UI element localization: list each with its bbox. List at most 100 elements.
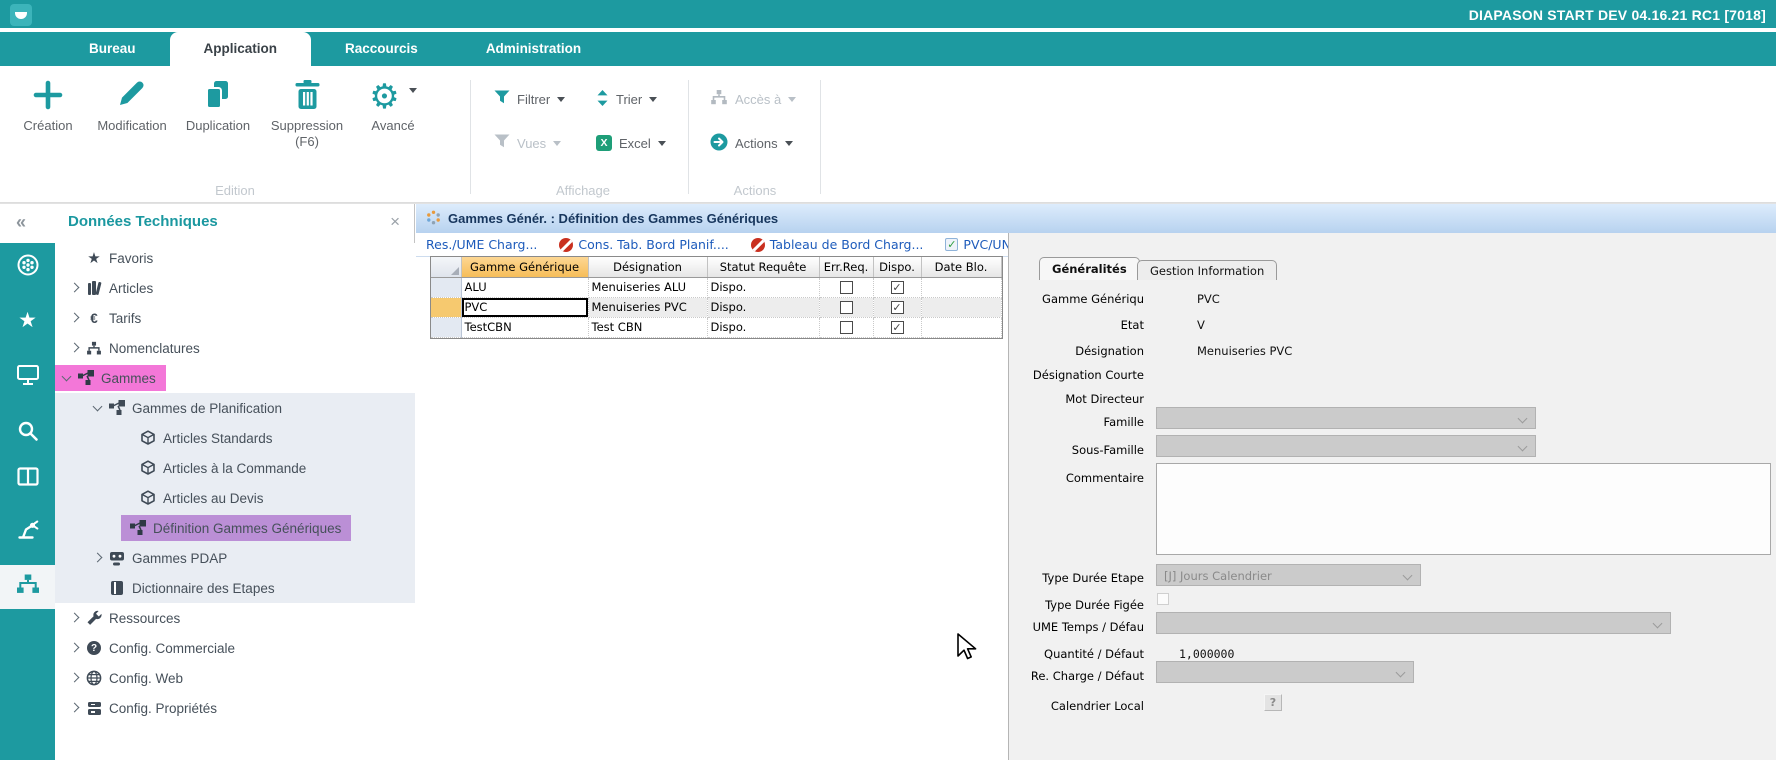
tab-gestion-information[interactable]: Gestion Information	[1137, 260, 1277, 280]
tree-item-tarifs[interactable]: € Tarifs	[55, 303, 415, 333]
re-charge-select[interactable]	[1156, 661, 1414, 683]
cell-designation[interactable]: Test CBN	[588, 317, 707, 337]
group-separator	[688, 80, 689, 194]
sort-icon	[596, 90, 609, 109]
checkbox[interactable]	[840, 281, 853, 294]
duplication-button[interactable]: Duplication	[178, 76, 258, 134]
rail-favorites-button[interactable]: ★	[0, 298, 55, 342]
doc-tab-tableau-de-bord[interactable]: Tableau de Bord Charg...	[751, 237, 924, 252]
row-gutter[interactable]	[431, 297, 461, 317]
row-gutter[interactable]	[431, 317, 461, 337]
document-header: Gammes Génér. : Définition des Gammes Gé…	[416, 204, 1776, 233]
tab-raccourcis[interactable]: Raccourcis	[311, 32, 452, 66]
checkbox[interactable]: ✓	[891, 321, 904, 334]
trier-button[interactable]: Trier	[596, 88, 657, 110]
cell-statut[interactable]: Dispo.	[707, 297, 819, 317]
doc-tab-cons-tab-bord[interactable]: Cons. Tab. Bord Planif....	[559, 237, 728, 252]
table-row-selected[interactable]: PVC Menuiseries PVC Dispo. ✓	[431, 297, 1001, 317]
cell-gamme[interactable]: ALU	[461, 277, 588, 297]
vues-button[interactable]: Vues	[494, 132, 561, 154]
chevron-right-icon	[69, 612, 79, 622]
cell-dispo[interactable]: ✓	[873, 317, 921, 337]
checkbox[interactable]: ✓	[891, 301, 904, 314]
column-header-gamme-generique[interactable]: Gamme Générique	[461, 257, 588, 277]
table-row[interactable]: ALU Menuiseries ALU Dispo. ✓	[431, 277, 1001, 297]
tree-item-gammes-de-planification[interactable]: Gammes de Planification	[55, 393, 415, 423]
doc-tab-res-ume[interactable]: Res./UME Charg...	[426, 237, 537, 252]
chevron-down-icon	[557, 97, 565, 102]
collapse-icon[interactable]: «	[16, 212, 26, 233]
checkbox[interactable]	[840, 301, 853, 314]
tab-bureau[interactable]: Bureau	[55, 32, 170, 66]
row-gutter[interactable]	[431, 277, 461, 297]
tree-item-articles-au-devis[interactable]: Articles au Devis	[55, 483, 415, 513]
cell-err-req[interactable]	[819, 297, 873, 317]
rail-search-button[interactable]	[0, 411, 55, 455]
grid-corner-header[interactable]	[431, 257, 461, 277]
cell-gamme-selected[interactable]: PVC	[461, 297, 588, 317]
actions-button[interactable]: Actions	[710, 132, 793, 154]
calendrier-local-button[interactable]: ?	[1264, 694, 1282, 711]
tab-generalites[interactable]: Généralités	[1039, 257, 1140, 280]
cell-date-blo[interactable]	[921, 317, 1001, 337]
suppression-button[interactable]: Suppression (F6)	[262, 76, 352, 150]
acces-a-button[interactable]: Accès à	[710, 88, 796, 110]
tree-item-config-proprietes[interactable]: Config. Propriétés	[55, 693, 415, 723]
modification-button[interactable]: Modification	[92, 76, 172, 134]
tree-item-dictionnaire-des-etapes[interactable]: Dictionnaire des Etapes	[55, 573, 415, 603]
tree-item-gammes-pdap[interactable]: Gammes PDAP	[55, 543, 415, 573]
creation-button[interactable]: Création	[8, 76, 88, 134]
stack-icon	[83, 702, 105, 715]
column-header-err-req[interactable]: Err.Req.	[819, 257, 873, 277]
error-icon	[751, 238, 765, 252]
cell-statut[interactable]: Dispo.	[707, 317, 819, 337]
rail-robot-button[interactable]	[0, 509, 55, 553]
tab-administration[interactable]: Administration	[452, 32, 615, 66]
famille-select[interactable]	[1156, 407, 1536, 429]
tree-item-definition-gammes-generiques[interactable]: Définition Gammes Génériques	[55, 513, 415, 543]
chevron-down-icon	[61, 371, 71, 381]
table-row[interactable]: TestCBN Test CBN Dispo. ✓	[431, 317, 1001, 337]
cell-statut[interactable]: Dispo.	[707, 277, 819, 297]
cell-err-req[interactable]	[819, 277, 873, 297]
tree-item-gammes[interactable]: Gammes	[55, 363, 415, 393]
column-header-statut-requete[interactable]: Statut Requête	[707, 257, 819, 277]
column-header-date-blo[interactable]: Date Blo.	[921, 257, 1001, 277]
tab-application[interactable]: Application	[170, 32, 312, 66]
column-header-dispo[interactable]: Dispo.	[873, 257, 921, 277]
tree-item-articles-standards[interactable]: Articles Standards	[55, 423, 415, 453]
tree-item-articles[interactable]: Articles	[55, 273, 415, 303]
rail-hierarchy-button[interactable]	[0, 565, 55, 609]
tree-item-config-web[interactable]: Config. Web	[55, 663, 415, 693]
cell-gamme[interactable]: TestCBN	[461, 317, 588, 337]
cell-designation[interactable]: Menuiseries ALU	[588, 277, 707, 297]
hierarchy-icon	[16, 573, 40, 602]
type-duree-figee-checkbox[interactable]	[1157, 593, 1169, 605]
tree-item-articles-a-la-commande[interactable]: Articles à la Commande	[55, 453, 415, 483]
sous-famille-select[interactable]	[1156, 435, 1536, 457]
tree-item-nomenclatures[interactable]: Nomenclatures	[55, 333, 415, 363]
rail-modules-button[interactable]	[0, 245, 55, 289]
tree-item-favoris[interactable]: ★ Favoris	[55, 243, 415, 273]
rail-monitor-button[interactable]	[0, 355, 55, 399]
checkbox[interactable]	[840, 321, 853, 334]
cell-dispo[interactable]: ✓	[873, 297, 921, 317]
type-duree-etape-select[interactable]: [J] Jours Calendrier	[1156, 564, 1421, 586]
excel-button[interactable]: X Excel	[596, 132, 666, 154]
cell-err-req[interactable]	[819, 317, 873, 337]
tree-item-config-commerciale[interactable]: ? Config. Commerciale	[55, 633, 415, 663]
cell-date-blo[interactable]	[921, 297, 1001, 317]
rail-columns-button[interactable]	[0, 457, 55, 501]
ume-temps-select[interactable]	[1156, 612, 1671, 634]
filtrer-button[interactable]: Filtrer	[494, 88, 565, 110]
cell-date-blo[interactable]	[921, 277, 1001, 297]
chevron-down-icon	[92, 401, 102, 411]
cell-designation[interactable]: Menuiseries PVC	[588, 297, 707, 317]
avance-button[interactable]: ⚙ Avancé	[356, 76, 430, 134]
close-icon[interactable]: ×	[390, 212, 400, 232]
column-header-designation[interactable]: Désignation	[588, 257, 707, 277]
cell-dispo[interactable]: ✓	[873, 277, 921, 297]
checkbox[interactable]: ✓	[891, 281, 904, 294]
commentaire-textarea[interactable]	[1156, 463, 1771, 555]
tree-item-ressources[interactable]: Ressources	[55, 603, 415, 633]
